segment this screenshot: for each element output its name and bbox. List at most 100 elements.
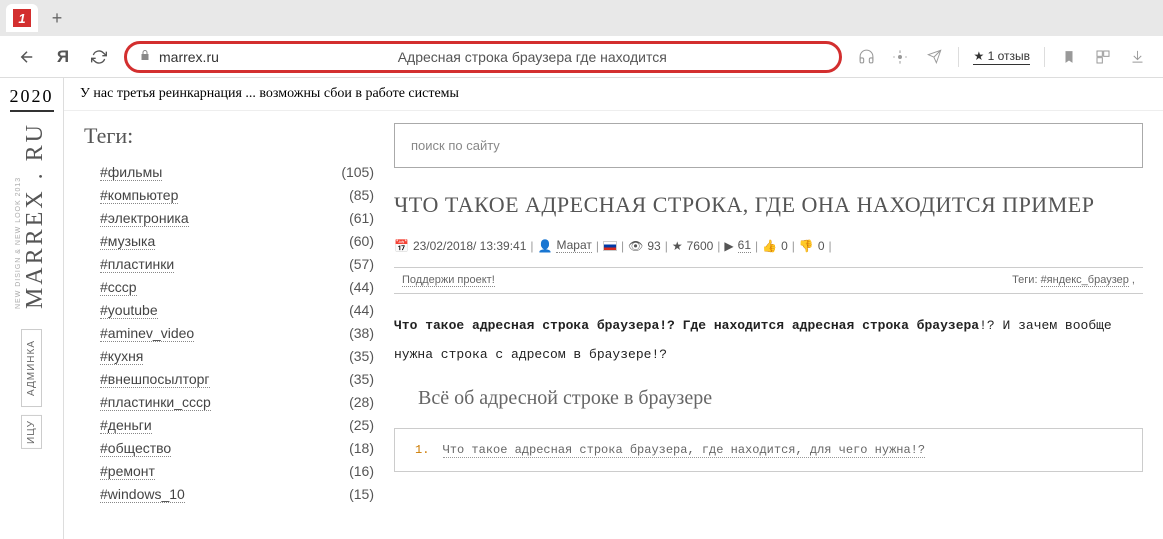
article-title: ЧТО ТАКОЕ АДРЕСНАЯ СТРОКА, ГДЕ ОНА НАХОД… xyxy=(394,192,1143,218)
tags-label: Теги: xyxy=(1012,274,1037,286)
tag-link[interactable]: #windows_10 xyxy=(100,486,185,503)
support-link[interactable]: Поддержи проект! xyxy=(402,274,495,287)
tag-count: (25) xyxy=(349,417,374,434)
browser-tab-strip: 1 + xyxy=(0,0,1163,36)
eye-icon: 👁 xyxy=(628,239,643,253)
article-lead: Что такое адресная строка браузера!? Где… xyxy=(394,312,1143,369)
site-search[interactable]: поиск по сайту xyxy=(394,123,1143,168)
thumbs-down-icon[interactable]: 👎 xyxy=(799,239,814,253)
table-of-contents: 1. Что такое адресная строка браузера, г… xyxy=(394,428,1143,472)
site-logo[interactable]: MARREX . RU xyxy=(22,122,49,309)
meta-likes: 0 xyxy=(781,239,788,253)
zen-icon[interactable] xyxy=(890,47,910,67)
tag-row: #внешпосылторг (35) xyxy=(84,368,374,391)
yandex-button[interactable]: Я xyxy=(52,46,74,68)
site-tagline: NEW DISIGN & NEW LOOK 2013 xyxy=(15,122,22,309)
headphones-icon[interactable] xyxy=(856,47,876,67)
tag-count: (85) xyxy=(349,187,374,204)
tag-row: #электроника (61) xyxy=(84,207,374,230)
tag-row: #youtube (44) xyxy=(84,299,374,322)
flag-ru-icon xyxy=(603,241,617,251)
url-text: marrex.ru xyxy=(159,49,229,65)
tags-sidebar: Теги: #фильмы(105) #компьютер (85) #электро… xyxy=(64,111,394,539)
author-link[interactable]: Марат xyxy=(556,238,591,253)
tag-link[interactable]: #пластинки xyxy=(100,256,174,273)
tag-row: #компьютер (85) xyxy=(84,184,374,207)
tag-link[interactable]: #компьютер xyxy=(100,187,178,204)
lock-icon xyxy=(139,48,151,66)
bookmark-icon[interactable] xyxy=(1059,47,1079,67)
address-hint: Адресная строка браузера где находится xyxy=(237,49,827,65)
star-icon: ★ xyxy=(672,239,683,253)
tag-link[interactable]: #общество xyxy=(100,440,171,457)
download-icon[interactable] xyxy=(1127,47,1147,67)
site-notice: У нас третья реинкарнация ... возможны с… xyxy=(64,78,1163,111)
toc-link[interactable]: Что такое адресная строка браузера, где … xyxy=(443,443,925,458)
extensions-icon[interactable] xyxy=(1093,47,1113,67)
tag-row: #музыка (60) xyxy=(84,230,374,253)
tag-row: #ссср (44) xyxy=(84,276,374,299)
article-meta: 📅 23/02/2018/ 13:39:41 | 👤 Марат | | 👁 9… xyxy=(394,238,1143,253)
tag-count: (28) xyxy=(349,394,374,411)
tag-row: #деньги (25) xyxy=(84,414,374,437)
tag-link[interactable]: #ремонт xyxy=(100,463,155,480)
tag-row: #windows_10 (15) xyxy=(84,483,374,506)
article-subheading: Всё об адресной строке в браузере xyxy=(418,387,1143,410)
browser-toolbar: Я marrex.ru Адресная строка браузера где… xyxy=(0,36,1163,78)
toolbar-divider xyxy=(1044,47,1045,67)
tag-count: (38) xyxy=(349,325,374,342)
tag-row: #кухня (35) xyxy=(84,345,374,368)
tag-link[interactable]: #youtube xyxy=(100,302,158,319)
tag-link[interactable]: #кухня xyxy=(100,348,143,365)
tag-count: (61) xyxy=(349,210,374,227)
address-bar[interactable]: marrex.ru Адресная строка браузера где н… xyxy=(124,41,842,73)
reload-button[interactable] xyxy=(88,46,110,68)
tag-count: (44) xyxy=(349,279,374,296)
reviews-link[interactable]: ★ 1 отзыв xyxy=(973,49,1030,65)
tag-count: (18) xyxy=(349,440,374,457)
toolbar-divider xyxy=(958,47,959,67)
tag-link[interactable]: #музыка xyxy=(100,233,155,250)
left-rail: 2020 NEW DISIGN & NEW LOOK 2013 MARREX .… xyxy=(0,78,64,539)
tags-heading: Теги: xyxy=(84,123,374,149)
meta-views: 93 xyxy=(647,239,660,253)
tag-link[interactable]: #фильмы xyxy=(100,164,162,181)
tag-row: #пластинки (57) xyxy=(84,253,374,276)
tag-link[interactable]: #деньги xyxy=(100,417,152,434)
tag-count: (60) xyxy=(349,233,374,250)
toc-number: 1. xyxy=(415,443,429,457)
icu-button[interactable]: ИЦУ xyxy=(21,415,42,449)
tag-count: (15) xyxy=(349,486,374,503)
tag-count: (16) xyxy=(349,463,374,480)
site-favicon: 1 xyxy=(13,9,31,27)
tag-link[interactable]: #aminev_video xyxy=(100,325,194,342)
tag-count: (57) xyxy=(349,256,374,273)
thumbs-up-icon[interactable]: 👍 xyxy=(762,239,777,253)
main-content: поиск по сайту ЧТО ТАКОЕ АДРЕСНАЯ СТРОКА… xyxy=(394,111,1163,539)
tag-row: #aminev_video (38) xyxy=(84,322,374,345)
tag-link[interactable]: #внешпосылторг xyxy=(100,371,210,388)
meta-dislikes: 0 xyxy=(818,239,825,253)
tag-link[interactable]: #ссср xyxy=(100,279,137,296)
tag-link[interactable]: #пластинки_ссср xyxy=(100,394,211,411)
youtube-icon: ▶ xyxy=(724,239,733,253)
tag-row: #общество (18) xyxy=(84,437,374,460)
tag-count: (44) xyxy=(349,302,374,319)
tag-row: #пластинки_ссср (28) xyxy=(84,391,374,414)
calendar-icon: 📅 xyxy=(394,239,409,253)
tag-count: (35) xyxy=(349,348,374,365)
back-button[interactable] xyxy=(16,46,38,68)
tag-row: #фильмы(105) xyxy=(84,161,374,184)
article-tag-link[interactable]: #яндекс_браузер xyxy=(1041,274,1129,287)
tag-count: (35) xyxy=(349,371,374,388)
tag-row: #ремонт (16) xyxy=(84,460,374,483)
meta-stars: 7600 xyxy=(687,239,714,253)
meta-date: 23/02/2018/ 13:39:41 xyxy=(413,239,526,253)
year-label: 2020 xyxy=(10,86,54,112)
active-tab[interactable]: 1 xyxy=(6,4,38,32)
new-tab-button[interactable]: + xyxy=(44,5,70,31)
tag-link[interactable]: #электроника xyxy=(100,210,189,227)
admin-button[interactable]: АДМИНКА xyxy=(21,329,42,407)
send-icon[interactable] xyxy=(924,47,944,67)
meta-yt[interactable]: 61 xyxy=(738,238,751,253)
